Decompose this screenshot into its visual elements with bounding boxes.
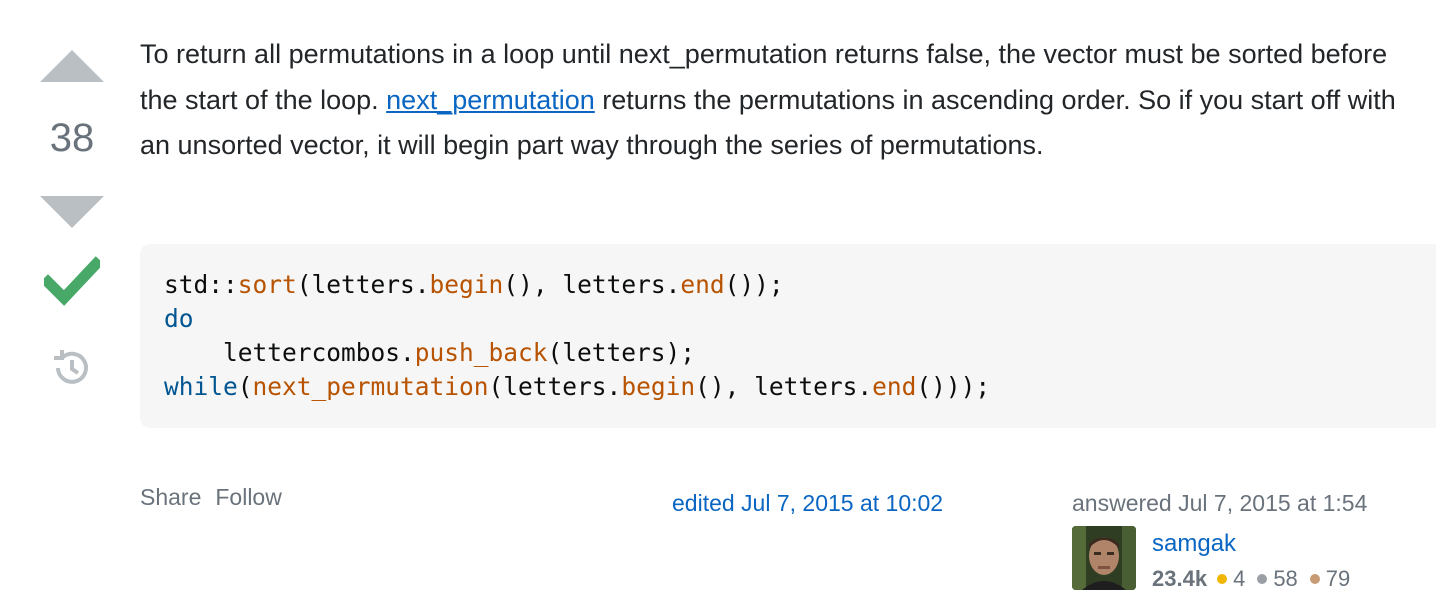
arrow-down-icon[interactable]: [40, 196, 104, 228]
code-line-1: std::sort(letters.begin(), letters.end()…: [164, 270, 784, 299]
checkmark-icon: [44, 256, 100, 306]
user-name-link[interactable]: samgak: [1152, 530, 1236, 558]
reputation-score: 23.4k: [1152, 566, 1208, 591]
code-block: std::sort(letters.begin(), letters.end()…: [140, 244, 1436, 428]
share-link[interactable]: Share: [140, 484, 201, 510]
follow-link[interactable]: Follow: [215, 484, 281, 510]
user-stats: 23.4k 4 58 79: [1152, 566, 1362, 592]
history-icon[interactable]: [50, 346, 94, 390]
vote-count: 38: [49, 116, 95, 160]
bronze-badge-icon: [1309, 574, 1320, 584]
silver-badge-icon: [1257, 574, 1268, 584]
code-line-2: do: [164, 304, 194, 333]
gold-badge-icon: [1217, 574, 1228, 584]
post-menu: Share Follow: [140, 484, 296, 511]
avatar[interactable]: [1072, 526, 1136, 590]
edited-timestamp-link[interactable]: edited Jul 7, 2015 at 10:02: [672, 490, 943, 517]
code-line-3: lettercombos.push_back(letters);: [164, 338, 696, 367]
bronze-badge-count: 79: [1325, 566, 1351, 591]
user-card: answered Jul 7, 2015 at 1:54 samgak 23.4…: [1072, 490, 1432, 591]
answer-body: To return all permutations in a loop unt…: [140, 32, 1408, 169]
code-line-4: while(next_permutation(letters.begin(), …: [164, 372, 991, 401]
silver-badge-count: 58: [1273, 566, 1298, 591]
answered-timestamp: answered Jul 7, 2015 at 1:54: [1072, 490, 1368, 516]
arrow-up-icon[interactable]: [40, 50, 104, 82]
next-permutation-link[interactable]: next_permutation: [386, 85, 595, 115]
gold-badge-count: 4: [1233, 566, 1246, 591]
